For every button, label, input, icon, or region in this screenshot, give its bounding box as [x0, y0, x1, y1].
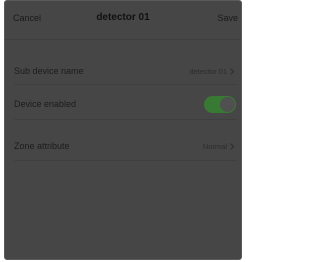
- device-enabled-toggle[interactable]: [204, 96, 236, 113]
- zone-attribute-label: Zone attribute: [14, 141, 70, 151]
- device-enabled-label: Device enabled: [14, 99, 77, 109]
- device-settings-screen: Cancel detector 01 Save Sub device name …: [4, 0, 242, 260]
- divider: [5, 39, 241, 40]
- save-button[interactable]: Save: [217, 13, 238, 23]
- zone-attribute-value-group: Normal: [203, 142, 235, 151]
- sub-device-name-value: detector 01: [189, 67, 227, 76]
- sub-device-name-row[interactable]: Sub device name detector 01: [5, 61, 241, 83]
- zone-attribute-row[interactable]: Zone attribute Normal: [5, 136, 241, 158]
- sub-device-name-label: Sub device name: [14, 66, 84, 76]
- chevron-right-icon: [230, 68, 235, 75]
- divider: [14, 160, 237, 161]
- zone-attribute-value: Normal: [202, 142, 227, 151]
- nav-bar: Cancel detector 01 Save: [5, 1, 241, 39]
- toggle-knob: [220, 97, 235, 112]
- sub-device-name-value-group: detector 01: [189, 67, 235, 76]
- page-title: detector 01: [96, 12, 150, 23]
- chevron-right-icon: [230, 143, 235, 150]
- divider: [14, 119, 237, 120]
- divider: [14, 84, 237, 85]
- device-enabled-row: Device enabled: [5, 94, 241, 116]
